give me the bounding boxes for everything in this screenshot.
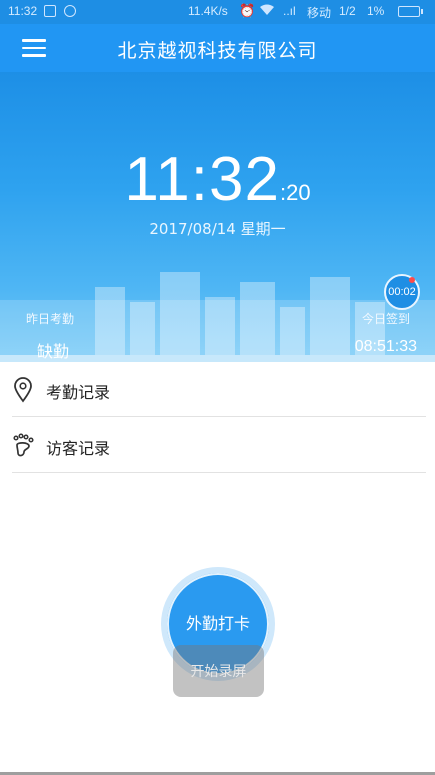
- screen-record-badge[interactable]: 00:02: [384, 274, 420, 310]
- today-checkin-value: 08:51:33: [354, 338, 417, 355]
- status-bar: 11:32 11.4K/s ⏰ ..ıl 移动 1/2 1%: [0, 0, 435, 24]
- yesterday-attendance-value: 缺勤: [37, 342, 70, 361]
- visitor-records-item[interactable]: 访客记录: [12, 419, 426, 473]
- current-time-seconds: :20: [279, 180, 311, 205]
- record-timer: 00:02: [388, 286, 416, 298]
- carrier-label: 移动: [307, 6, 332, 20]
- notification-icon: [44, 5, 56, 17]
- today-checkin-label: 今日签到: [361, 312, 410, 326]
- app-bar: 北京越视科技有限公司: [0, 24, 435, 72]
- current-time: 11:32:20: [0, 144, 435, 215]
- screen-record-toast: 开始录屏: [173, 645, 264, 697]
- network-speed: 11.4K/s: [188, 4, 228, 18]
- battery-icon: [398, 6, 423, 17]
- wifi-icon: [259, 3, 275, 20]
- attendance-records-item[interactable]: 考勤记录: [12, 363, 426, 417]
- attendance-header: 11:32:20 2017/08/14 星期一 00:02 昨日考勤 今日签到 …: [0, 72, 435, 362]
- yesterday-attendance-label: 昨日考勤: [26, 312, 75, 326]
- status-time: 11:32: [8, 4, 38, 18]
- app-notification-icon: [64, 5, 76, 17]
- attendance-records-label: 考勤记录: [46, 383, 111, 402]
- alarm-icon: ⏰: [239, 3, 256, 18]
- sim-indicator: 1/2: [339, 4, 356, 18]
- signal-icon: ..ıl: [283, 4, 296, 18]
- current-time-main: 11:32: [124, 145, 280, 214]
- record-dot-icon: [409, 277, 415, 283]
- current-date: 2017/08/14 星期一: [149, 220, 286, 238]
- battery-percent: 1%: [367, 4, 385, 18]
- footprint-icon: [12, 433, 36, 459]
- visitor-records-label: 访客记录: [46, 439, 111, 458]
- location-pin-icon: [12, 377, 36, 403]
- page-title: 北京越视科技有限公司: [117, 40, 318, 62]
